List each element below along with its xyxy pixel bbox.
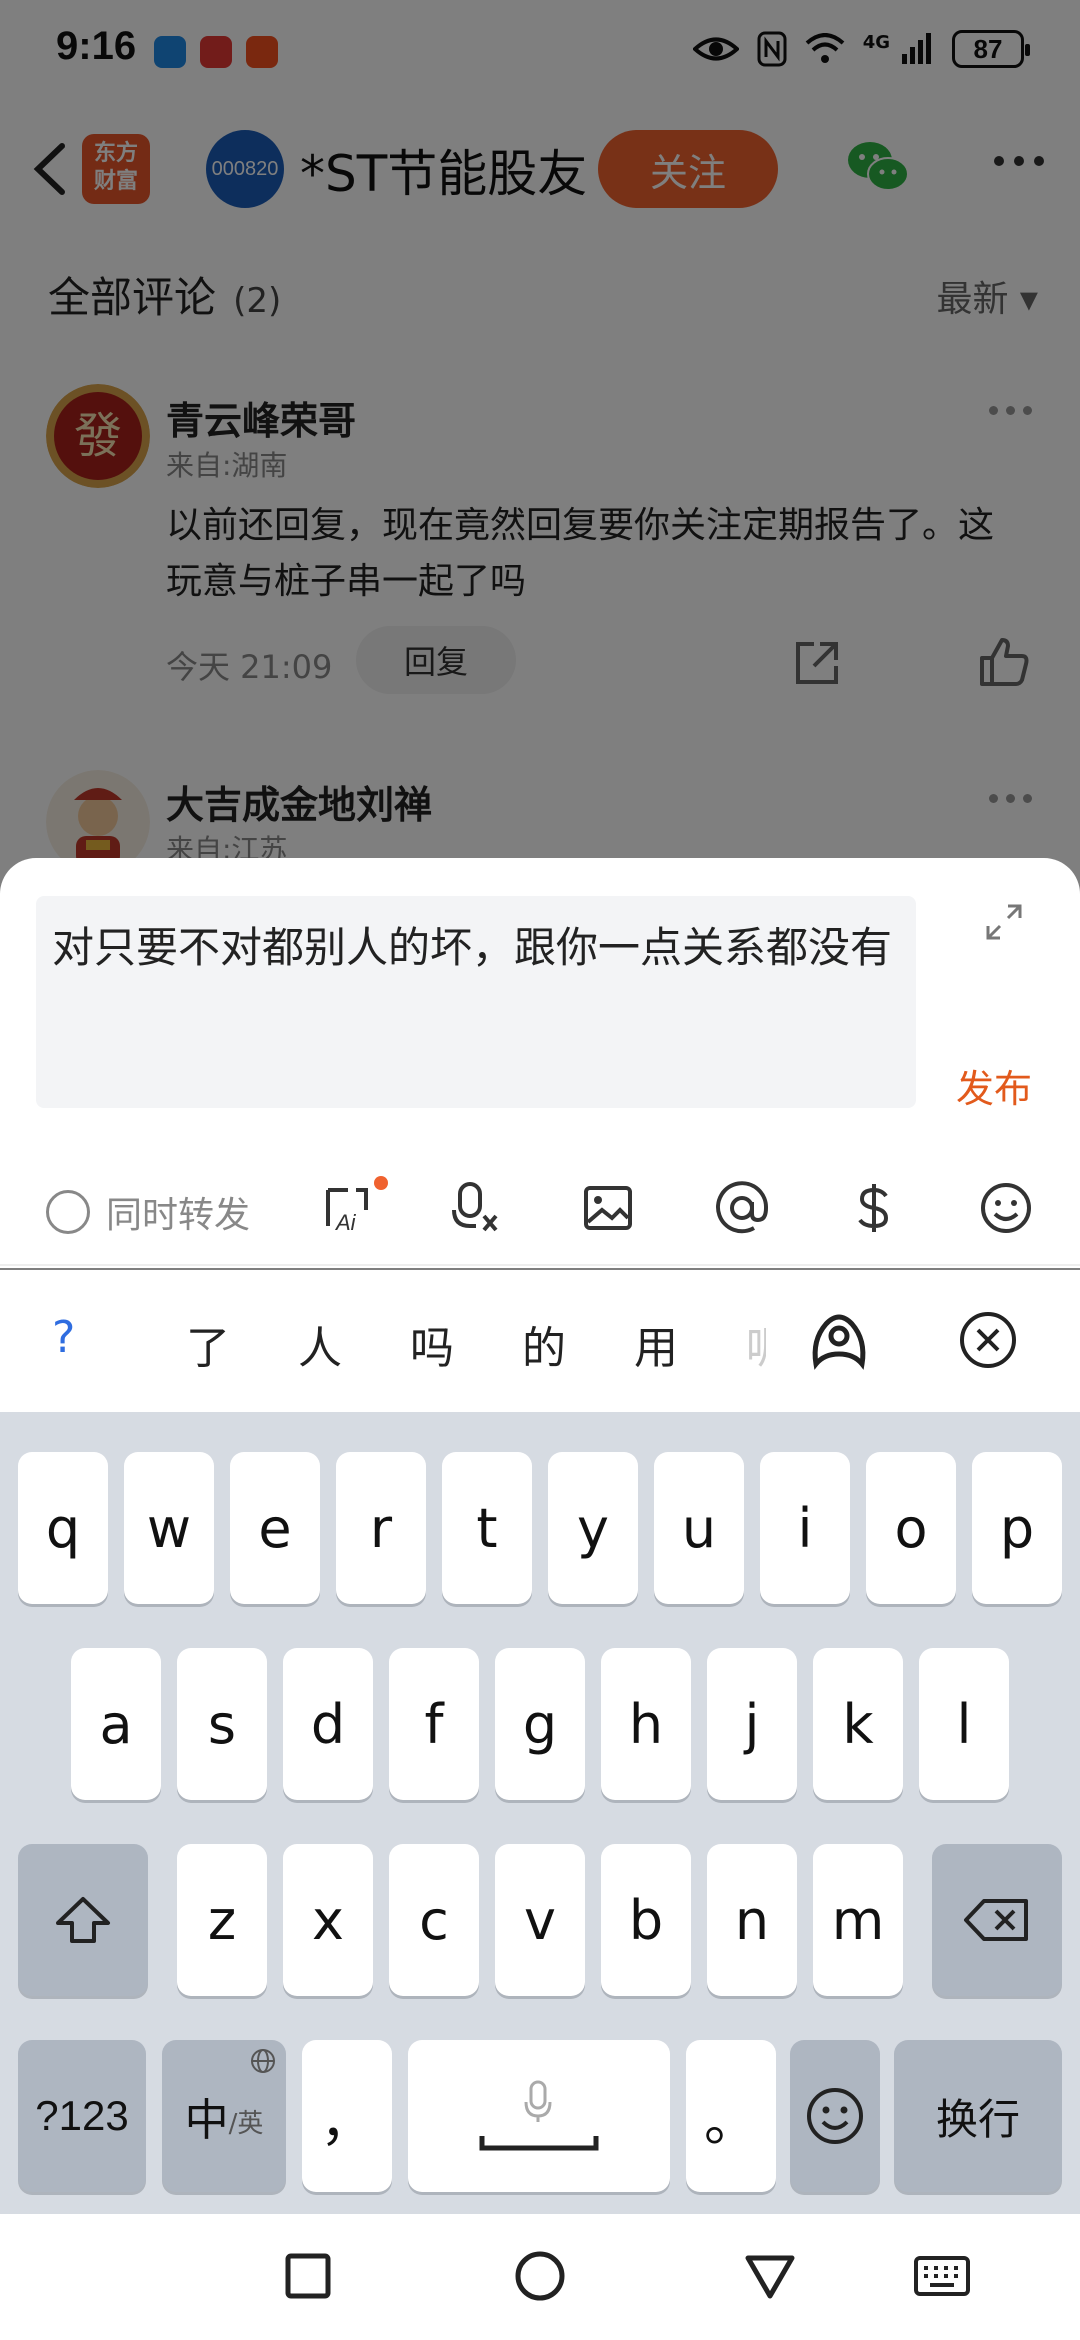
key-x[interactable]: x — [283, 1844, 373, 1996]
key-j[interactable]: j — [707, 1648, 797, 1800]
candidate-word[interactable]: 用 — [634, 1312, 678, 1376]
comma-key[interactable]: ， — [302, 2040, 392, 2192]
radio-circle-icon — [46, 1190, 90, 1234]
space-key[interactable] — [408, 2040, 670, 2192]
system-nav-bar — [0, 2214, 1080, 2340]
backspace-key[interactable] — [932, 1844, 1062, 1996]
key-w[interactable]: w — [124, 1452, 214, 1604]
key-m[interactable]: m — [813, 1844, 903, 1996]
enter-key[interactable]: 换行 — [894, 2040, 1062, 2192]
back-triangle-icon[interactable] — [740, 2246, 800, 2306]
period-key[interactable]: 。 — [686, 2040, 776, 2192]
emoji-key[interactable] — [790, 2040, 880, 2192]
repost-checkbox[interactable]: 同时转发 — [46, 1186, 250, 1238]
globe-icon — [251, 2049, 275, 2073]
key-s[interactable]: s — [177, 1648, 267, 1800]
key-p[interactable]: p — [972, 1452, 1062, 1604]
language-switch-label: 中 — [184, 2095, 229, 2146]
candidate-word[interactable]: ? — [52, 1312, 75, 1363]
comment-input[interactable]: 对只要不对都别人的坏，跟你一点关系都没有 — [36, 896, 916, 1108]
shift-key[interactable] — [18, 1844, 148, 1996]
expand-icon[interactable] — [984, 902, 1024, 942]
candidate-word[interactable]: 人 — [298, 1312, 342, 1376]
key-c[interactable]: c — [389, 1844, 479, 1996]
key-y[interactable]: y — [548, 1452, 638, 1604]
key-f[interactable]: f — [389, 1648, 479, 1800]
ai-ask-icon[interactable]: Ai — [318, 1180, 374, 1236]
emoji-icon[interactable] — [978, 1180, 1034, 1236]
language-switch-sub: /英 — [228, 2108, 264, 2139]
composer-toolbar: 同时转发 Ai — [0, 1154, 1080, 1266]
key-g[interactable]: g — [495, 1648, 585, 1800]
key-r[interactable]: r — [336, 1452, 426, 1604]
home-icon[interactable] — [510, 2246, 570, 2306]
emoji-icon — [807, 2088, 863, 2144]
numbers-key[interactable]: ?123 — [18, 2040, 146, 2192]
key-v[interactable]: v — [495, 1844, 585, 1996]
svg-text:Ai: Ai — [334, 1210, 357, 1235]
keyboard-hide-icon[interactable] — [912, 2246, 972, 2306]
key-t[interactable]: t — [442, 1452, 532, 1604]
key-k[interactable]: k — [813, 1648, 903, 1800]
key-b[interactable]: b — [601, 1844, 691, 1996]
key-l[interactable]: l — [919, 1648, 1009, 1800]
ime-logo-icon[interactable] — [808, 1310, 870, 1372]
shift-arrow-icon — [56, 1897, 110, 1943]
ime-candidate-bar: ? 了 人 吗 的 用 呢 — [0, 1270, 1080, 1412]
key-n[interactable]: n — [707, 1844, 797, 1996]
at-icon[interactable] — [714, 1180, 770, 1236]
candidate-word[interactable]: 的 — [522, 1312, 566, 1376]
backspace-icon — [964, 1899, 1028, 1941]
close-candidates-icon[interactable] — [958, 1310, 1018, 1370]
image-icon[interactable] — [580, 1180, 636, 1236]
key-e[interactable]: e — [230, 1452, 320, 1604]
key-q[interactable]: q — [18, 1452, 108, 1604]
key-o[interactable]: o — [866, 1452, 956, 1604]
key-a[interactable]: a — [71, 1648, 161, 1800]
candidate-word[interactable]: 呢 — [746, 1312, 766, 1376]
key-u[interactable]: u — [654, 1452, 744, 1604]
soft-keyboard: q w e r t y u i o p a s d f g h j k l z … — [0, 1412, 1080, 2214]
recents-icon[interactable] — [278, 2246, 338, 2306]
publish-button[interactable]: 发布 — [956, 1058, 1032, 1113]
key-d[interactable]: d — [283, 1648, 373, 1800]
key-h[interactable]: h — [601, 1648, 691, 1800]
candidate-word[interactable]: 了 — [186, 1312, 230, 1376]
language-switch-key[interactable]: 中 /英 — [162, 2040, 286, 2192]
reply-composer-sheet: 对只要不对都别人的坏，跟你一点关系都没有 发布 同时转发 Ai — [0, 858, 1080, 1268]
repost-label: 同时转发 — [106, 1195, 251, 1236]
key-z[interactable]: z — [177, 1844, 267, 1996]
space-bar-icon — [479, 2080, 599, 2151]
key-i[interactable]: i — [760, 1452, 850, 1604]
new-badge-dot — [374, 1176, 388, 1190]
dollar-icon[interactable] — [846, 1180, 902, 1236]
voice-to-text-icon[interactable] — [450, 1180, 506, 1236]
candidate-word[interactable]: 吗 — [410, 1312, 454, 1376]
